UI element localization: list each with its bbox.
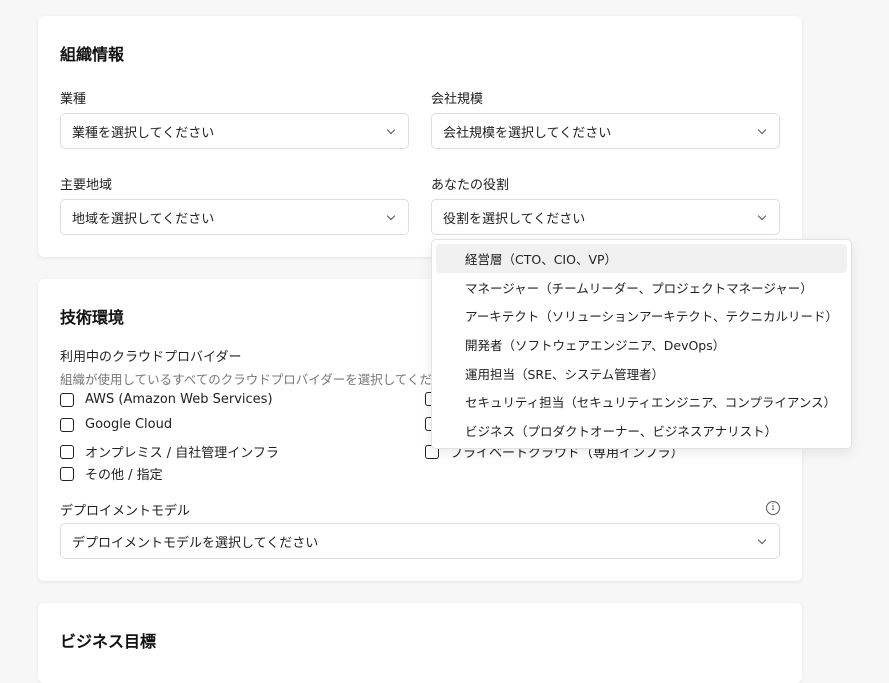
cloud-provider-hint: 組織が使用しているすべてのクラウドプロバイダーを選択してください (60, 372, 458, 387)
company-size-label: 会社規模 (431, 92, 484, 107)
business-goals-title: ビジネス目標 (60, 632, 157, 651)
role-option-operations[interactable]: 運用担当（SRE、システム管理者） (436, 359, 847, 388)
company-size-select[interactable]: 会社規模を選択してください (431, 113, 780, 149)
role-option-developer[interactable]: 開発者（ソフトウェアエンジニア、DevOps） (436, 330, 847, 359)
provider-label: Google Cloud (85, 417, 173, 432)
chevron-down-icon (757, 125, 767, 135)
checkbox-icon[interactable] (60, 466, 74, 481)
region-select-value: 地域を選択してください (72, 211, 215, 227)
chevron-down-icon (757, 535, 767, 545)
region-label: 主要地域 (60, 178, 113, 193)
provider-checkbox-gcp[interactable]: Google Cloud (60, 417, 172, 432)
industry-select-value: 業種を選択してください (72, 125, 215, 141)
org-info-title: 組織情報 (60, 45, 125, 64)
checkbox-icon[interactable] (60, 444, 74, 459)
chevron-down-icon (757, 211, 767, 221)
company-size-select-value: 会社規模を選択してください (443, 125, 612, 141)
industry-select[interactable]: 業種を選択してください (60, 113, 409, 149)
role-select-value: 役割を選択してください (443, 211, 586, 227)
role-option-manager[interactable]: マネージャー（チームリーダー、プロジェクトマネージャー） (436, 273, 847, 302)
checkbox-icon[interactable] (60, 392, 74, 407)
role-label: あなたの役割 (431, 178, 510, 193)
industry-label: 業種 (60, 92, 87, 107)
cloud-provider-label: 利用中のクラウドプロバイダー (60, 350, 242, 365)
tech-env-title: 技術環境 (60, 308, 125, 327)
org-info-card: 組織情報 業種 業種を選択してください 会社規模 会社規模を選択してください 主… (38, 16, 802, 257)
deployment-model-select[interactable]: デプロイメントモデルを選択してください (60, 523, 780, 559)
provider-label: AWS (Amazon Web Services) (85, 392, 273, 407)
role-dropdown-menu: 経営層（CTO、CIO、VP） マネージャー（チームリーダー、プロジェクトマネー… (431, 239, 852, 449)
chevron-down-icon (386, 211, 396, 221)
deployment-model-select-value: デプロイメントモデルを選択してください (72, 535, 319, 551)
role-option-security[interactable]: セキュリティ担当（セキュリティエンジニア、コンプライアンス） (436, 387, 847, 416)
deployment-model-label: デプロイメントモデル (60, 504, 191, 519)
provider-label: オンプレミス / 自社管理インフラ (85, 446, 279, 461)
business-goals-card: ビジネス目標 (38, 603, 802, 683)
chevron-down-icon (386, 125, 396, 135)
provider-checkbox-onprem[interactable]: オンプレミス / 自社管理インフラ (60, 442, 279, 461)
role-option-executive[interactable]: 経営層（CTO、CIO、VP） (436, 244, 847, 273)
role-select[interactable]: 役割を選択してください (431, 199, 780, 235)
provider-label: その他 / 指定 (85, 468, 163, 483)
info-icon[interactable]: i (766, 501, 780, 515)
role-option-business[interactable]: ビジネス（プロダクトオーナー、ビジネスアナリスト） (436, 416, 847, 445)
region-select[interactable]: 地域を選択してください (60, 199, 409, 235)
checkbox-icon[interactable] (60, 417, 74, 432)
provider-checkbox-aws[interactable]: AWS (Amazon Web Services) (60, 392, 273, 407)
role-option-architect[interactable]: アーキテクト（ソリューションアーキテクト、テクニカルリード） (436, 301, 847, 330)
provider-checkbox-other[interactable]: その他 / 指定 (60, 464, 163, 483)
